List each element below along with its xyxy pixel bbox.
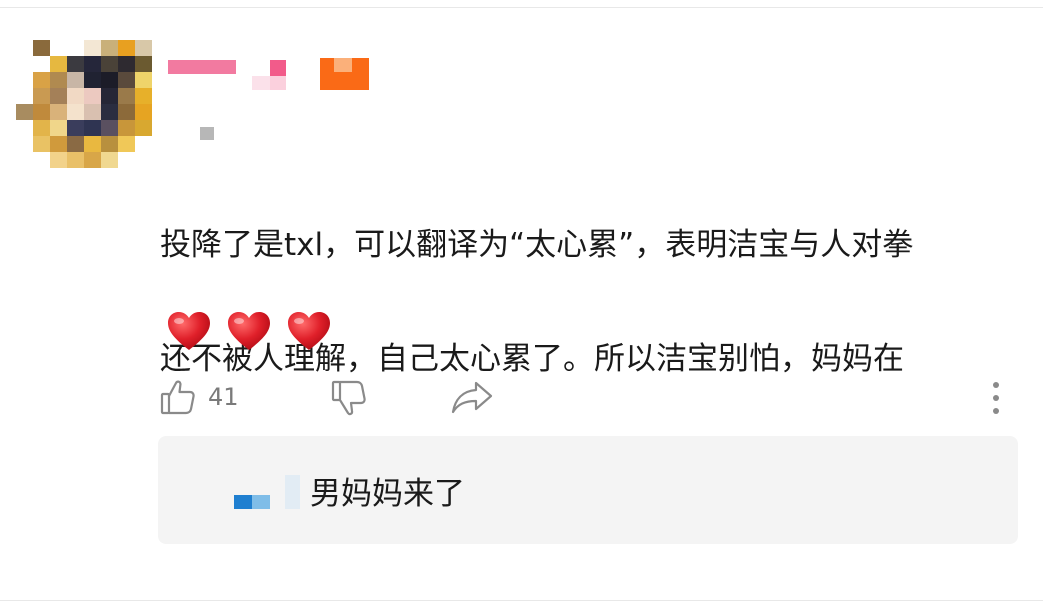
reply-box[interactable]: 男妈妈来了 <box>158 436 1018 544</box>
like-button[interactable]: 41 <box>160 378 239 416</box>
comment-actions: 41 <box>160 378 1010 420</box>
more-button[interactable] <box>986 378 1006 422</box>
username-blur-block <box>270 60 286 76</box>
reply-username-blur-block <box>285 475 300 509</box>
thumbs-down-icon <box>331 380 366 416</box>
username[interactable] <box>168 58 378 90</box>
reply-username-blur-block <box>252 495 270 509</box>
thumbs-up-icon <box>160 380 195 415</box>
reply-text: 男妈妈来了 <box>310 476 465 512</box>
like-count: 41 <box>208 383 239 411</box>
heart-emoji <box>288 312 330 350</box>
avatar[interactable] <box>16 40 152 168</box>
reply-username[interactable] <box>234 475 300 509</box>
share-button[interactable] <box>450 378 494 420</box>
emoji-row <box>166 310 332 352</box>
username-blur-block <box>270 76 286 90</box>
share-icon <box>451 381 493 414</box>
comment-line: 投降了是txl，可以翻译为“太心累”，表明洁宝与人对拳 <box>160 227 914 263</box>
reply-username-blur-block <box>234 495 252 509</box>
username-blur-block <box>168 60 236 74</box>
heart-emoji <box>228 312 270 350</box>
more-vertical-icon <box>993 382 999 414</box>
username-blur-block <box>252 76 270 90</box>
bottom-divider <box>0 600 1043 601</box>
username-blur-block <box>334 58 352 72</box>
heart-emoji <box>168 312 210 350</box>
user-level-badge <box>200 127 214 140</box>
dislike-button[interactable] <box>330 378 368 422</box>
top-divider <box>0 7 1043 8</box>
